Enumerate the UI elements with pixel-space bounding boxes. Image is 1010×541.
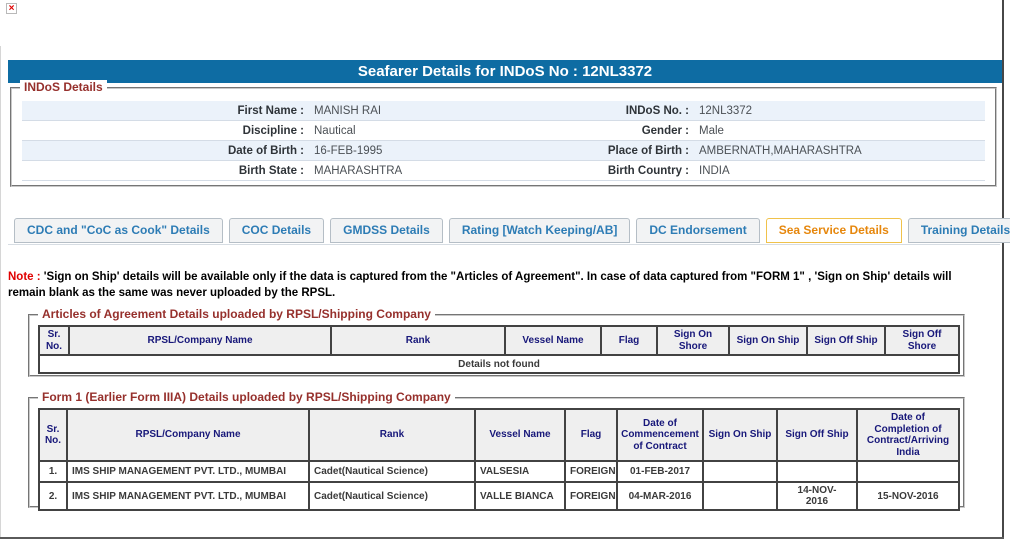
column-header-company: RPSL/Company Name [68,325,332,356]
column-header-sign-on-ship: Sign On Ship [728,325,808,356]
indos-details-legend: INDoS Details [20,80,107,94]
articles-of-agreement-legend: Articles of Agreement Details uploaded b… [38,307,435,321]
company-cell: IMS SHIP MANAGEMENT PVT. LTD., MUMBAI [66,460,310,483]
place-of-birth-value: AMBERNATH,MAHARASHTRA [699,144,862,157]
tab-coc-details[interactable]: COC Details [228,218,325,243]
table-header-row: Sr. No. RPSL/Company Name Rank Vessel Na… [38,408,960,462]
tab-training-details[interactable]: Training Details [907,218,1010,243]
date-of-birth-label: Date of Birth : [227,144,304,157]
window-left-border [0,46,1,538]
column-header-sign-on-ship: Sign On Ship [702,408,778,462]
indos-no-label: INDoS No. : [625,104,689,117]
rank-cell: Cadet(Nautical Science) [308,460,476,483]
indos-row: Birth State : MAHARASHTRA Birth Country … [22,161,985,181]
column-header-company: RPSL/Company Name [66,408,310,462]
column-header-vessel: Vessel Name [504,325,602,356]
commencement-cell: 01-FEB-2017 [616,460,704,483]
column-header-flag: Flag [600,325,658,356]
date-of-birth-value: 16-FEB-1995 [314,144,383,157]
discipline-label: Discipline : [242,124,304,137]
tab-sea-service-details[interactable]: Sea Service Details [765,218,902,243]
vessel-cell: VALSESIA [474,460,566,483]
birth-state-value: MAHARASHTRA [314,164,403,177]
sign-on-ship-cell [702,460,778,483]
articles-of-agreement-fieldset: Articles of Agreement Details uploaded b… [28,307,965,377]
note-prefix: Note : [8,271,41,283]
commencement-cell: 04-MAR-2016 [616,481,704,511]
birth-country-label: Birth Country : [607,164,689,177]
indos-details-fieldset: INDoS Details First Name : MANISH RAI IN… [10,80,997,187]
tab-dc-endorsement[interactable]: DC Endorsement [636,218,760,243]
indos-row: First Name : MANISH RAI INDoS No. : 12NL… [22,101,985,121]
form1-details-legend: Form 1 (Earlier Form IIIA) Details uploa… [38,390,455,404]
table-row: 2. IMS SHIP MANAGEMENT PVT. LTD., MUMBAI… [38,481,960,511]
first-name-label: First Name : [237,104,304,117]
note-text: Note : 'Sign on Ship' details will be av… [8,269,984,302]
completion-cell: 15-NOV-2016 [856,481,960,511]
completion-cell [856,460,960,483]
page-title: Seafarer Details for INDoS No : 12NL3372 [8,60,1002,83]
column-header-rank: Rank [308,408,476,462]
gender-value: Male [699,124,724,137]
first-name-value: MANISH RAI [314,104,382,117]
form1-details-table: Sr. No. RPSL/Company Name Rank Vessel Na… [38,408,960,511]
indos-no-value: 12NL3372 [699,104,753,117]
empty-message: Details not found [38,354,960,374]
articles-of-agreement-table: Sr. No. RPSL/Company Name Rank Vessel Na… [38,325,960,374]
sr-no-cell: 1. [38,460,68,483]
column-header-rank: Rank [330,325,506,356]
discipline-value: Nautical [314,124,356,137]
flag-cell: FOREIGN [564,460,618,483]
column-header-completion-date: Date of Completion of Contract/Arriving … [856,408,960,462]
table-header-row: Sr. No. RPSL/Company Name Rank Vessel Na… [38,325,960,356]
company-cell: IMS SHIP MANAGEMENT PVT. LTD., MUMBAI [66,481,310,511]
window-right-border [1002,0,1004,539]
column-header-sign-off-shore: Sign Off Shore [884,325,960,356]
indos-rows: First Name : MANISH RAI INDoS No. : 12NL… [22,101,985,181]
column-header-commencement-date: Date of Commencement of Contract [616,408,704,462]
indos-row: Date of Birth : 16-FEB-1995 Place of Bir… [22,141,985,161]
sign-off-ship-cell: 14-NOV-2016 [776,481,858,511]
table-row: Details not found [38,354,960,374]
rank-cell: Cadet(Nautical Science) [308,481,476,511]
sr-no-cell: 2. [38,481,68,511]
note-body: 'Sign on Ship' details will be available… [8,271,952,300]
column-header-sr-no: Sr. No. [38,325,70,356]
window-bottom-border [0,537,1004,539]
birth-country-value: INDIA [699,164,730,177]
vessel-cell: VALLE BIANCA [474,481,566,511]
table-row: 1. IMS SHIP MANAGEMENT PVT. LTD., MUMBAI… [38,460,960,483]
sign-on-ship-cell [702,481,778,511]
column-header-sign-off-ship: Sign Off Ship [806,325,886,356]
column-header-sign-on-shore: Sign On Shore [656,325,730,356]
tab-rating-watch-keeping-ab[interactable]: Rating [Watch Keeping/AB] [448,218,631,243]
column-header-vessel: Vessel Name [474,408,566,462]
place-of-birth-label: Place of Birth : [607,144,689,157]
broken-image-icon: × [6,3,17,14]
form1-details-fieldset: Form 1 (Earlier Form IIIA) Details uploa… [28,390,965,511]
gender-label: Gender : [641,124,689,137]
sign-off-ship-cell [776,460,858,483]
tab-bar: CDC and "CoC as Cook" Details COC Detail… [8,218,1010,245]
birth-state-label: Birth State : [238,164,304,177]
column-header-sr-no: Sr. No. [38,408,68,462]
column-header-flag: Flag [564,408,618,462]
tab-cdc-coc-as-cook-details[interactable]: CDC and "CoC as Cook" Details [14,218,223,243]
flag-cell: FOREIGN [564,481,618,511]
tab-gmdss-details[interactable]: GMDSS Details [330,218,443,243]
indos-row: Discipline : Nautical Gender : Male [22,121,985,141]
column-header-sign-off-ship: Sign Off Ship [776,408,858,462]
